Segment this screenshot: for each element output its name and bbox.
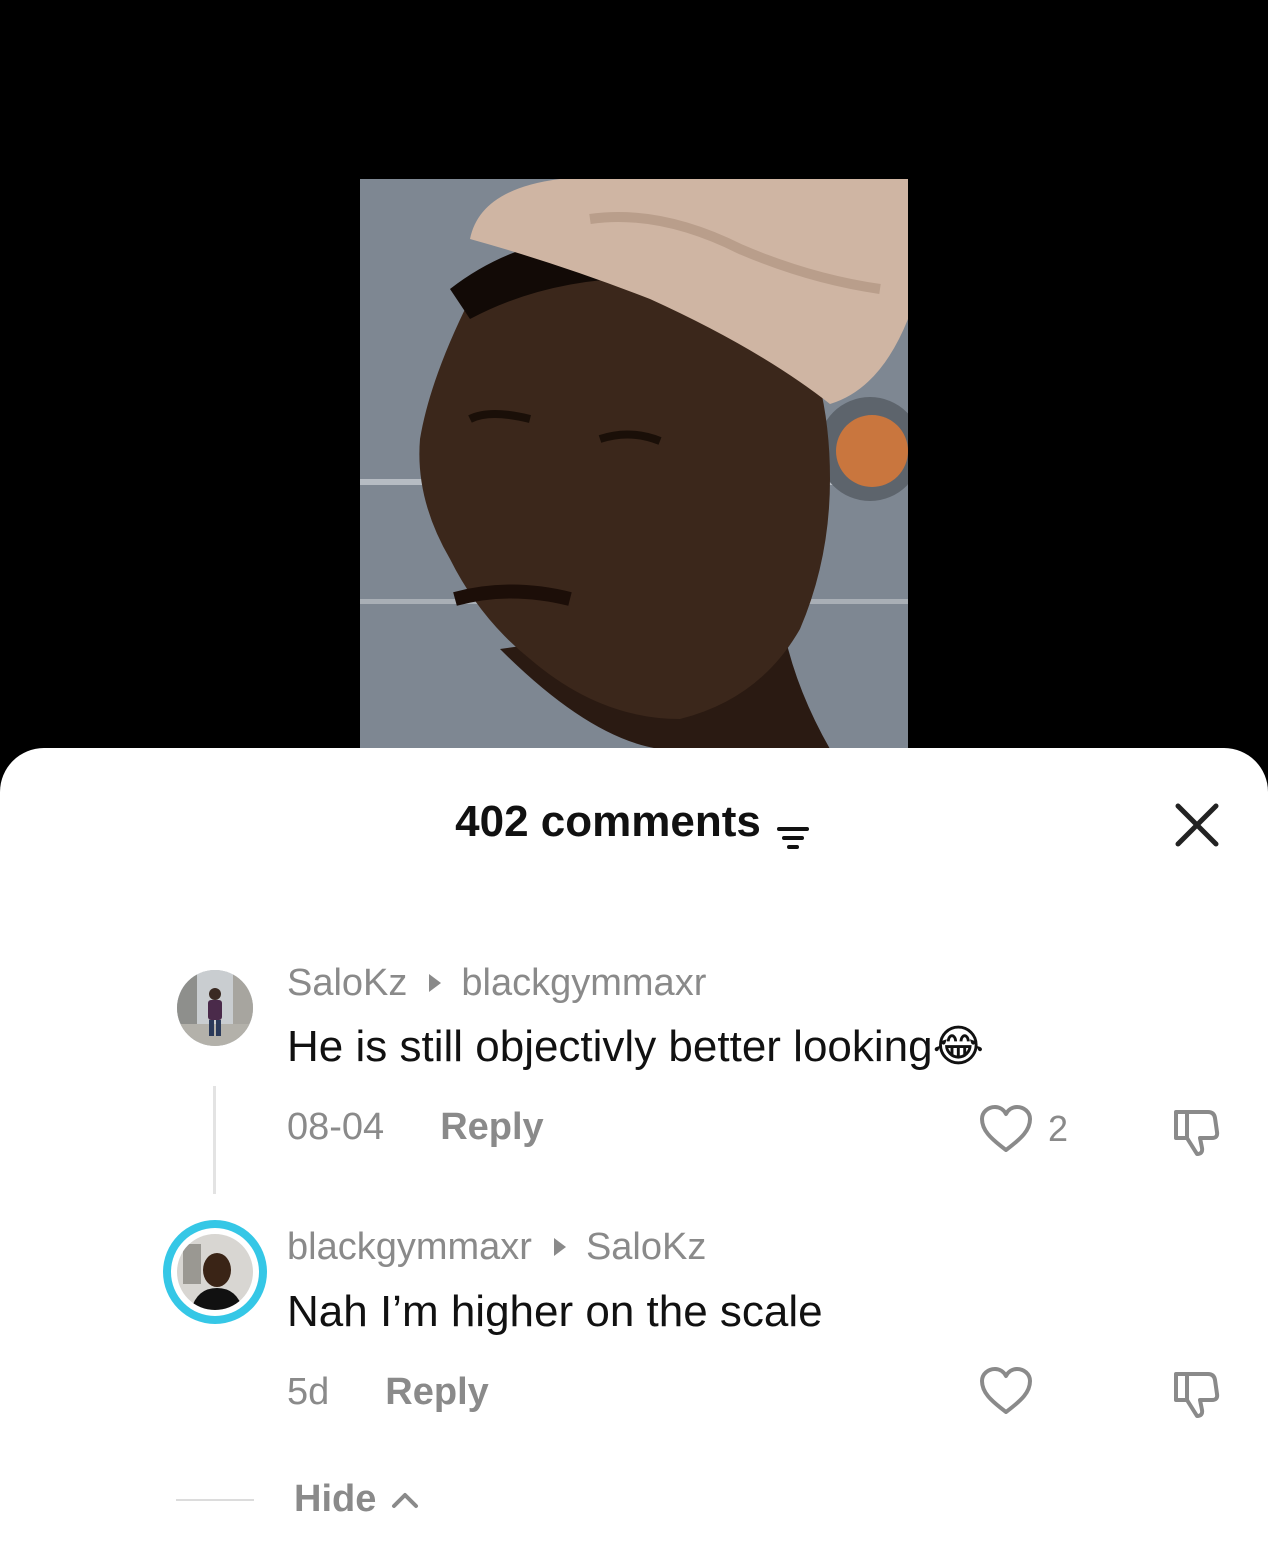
comments-sheet: 402 comments SaloKz blackgymmaxr He is s… xyxy=(0,748,1268,1554)
dislike-button[interactable] xyxy=(1168,1366,1224,1427)
comment-date: 08-04 xyxy=(287,1106,385,1148)
reply-button[interactable]: Reply xyxy=(385,1369,488,1415)
heart-icon xyxy=(980,1105,1032,1152)
chevron-up-icon xyxy=(392,1492,419,1508)
thumbs-down-icon xyxy=(1174,1372,1220,1418)
filter-icon[interactable] xyxy=(773,811,813,849)
reply-to-user[interactable]: SaloKz xyxy=(586,1224,706,1270)
like-button[interactable] xyxy=(978,1366,1048,1416)
heart-icon xyxy=(980,1367,1032,1414)
like-count: 2 xyxy=(1048,1108,1069,1149)
comment-author[interactable]: SaloKz xyxy=(287,960,407,1006)
hide-label: Hide xyxy=(294,1478,377,1520)
like-button[interactable]: 2 xyxy=(978,1104,1068,1154)
comments-count-title: 402 comments xyxy=(455,797,761,846)
hide-replies-button[interactable]: Hide xyxy=(294,1478,420,1521)
comment-text: Nah I’m higher on the scale xyxy=(287,1287,823,1336)
avatar[interactable] xyxy=(163,1220,267,1324)
dislike-button[interactable] xyxy=(1168,1104,1224,1165)
reply-to-user[interactable]: blackgymmaxr xyxy=(461,960,706,1006)
comment-text-row: He is still objectivly better looking😂 xyxy=(287,1020,984,1074)
reply-arrow-icon xyxy=(429,974,442,992)
comment-date: 5d xyxy=(287,1371,330,1413)
comments-header: 402 comments xyxy=(0,748,1268,898)
divider xyxy=(176,1498,254,1501)
close-icon xyxy=(1175,803,1219,847)
comment-text: He is still objectivly better looking xyxy=(287,1022,933,1071)
reply-button[interactable]: Reply xyxy=(440,1104,543,1150)
hide-replies-row: Hide xyxy=(176,1478,420,1521)
thumbs-down-icon xyxy=(1174,1110,1220,1156)
laughing-emoji-icon: 😂 xyxy=(932,1022,985,1071)
thread-line xyxy=(213,1086,216,1194)
video-thumbnail xyxy=(360,179,908,749)
close-button[interactable] xyxy=(1168,796,1226,854)
comment-author[interactable]: blackgymmaxr xyxy=(287,1224,532,1270)
avatar[interactable] xyxy=(177,970,253,1046)
video-player[interactable] xyxy=(0,0,1268,760)
reply-arrow-icon xyxy=(553,1238,566,1256)
